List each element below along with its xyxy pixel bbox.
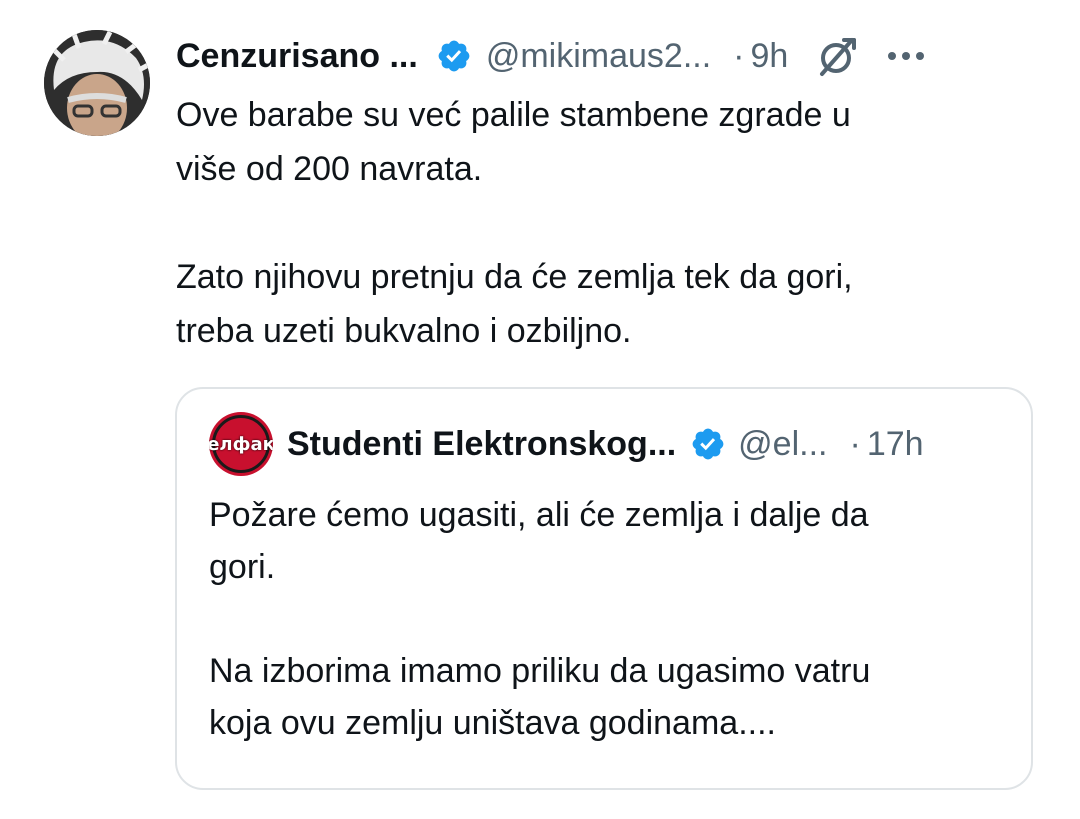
tweet-time[interactable]: 9h [751, 37, 789, 76]
quoted-tweet-card[interactable]: елфак Studenti Elektronskog... @el... · … [175, 387, 1033, 790]
quoted-tweet-time: 17h [866, 424, 924, 463]
verified-badge-icon [438, 40, 470, 72]
quoted-tweet-text: Požare ćemo ugasiti, ali će zemlja i dal… [209, 489, 1009, 749]
tweet-text-line: Ove barabe su već palile stambene zgrade… [176, 96, 851, 134]
tweet-text-line: treba uzeti bukvalno i ozbiljno. [176, 312, 632, 350]
author-avatar[interactable] [44, 30, 150, 136]
quoted-author-avatar: елфак [209, 412, 273, 476]
separator-dot: · [849, 424, 861, 463]
verified-badge-icon [692, 428, 724, 460]
tweet-header: Cenzurisano ... @mikimaus2... · 9h [176, 30, 1046, 82]
quoted-avatar-logo: елфак [209, 433, 273, 455]
separator-dot: · [733, 36, 745, 75]
author-handle[interactable]: @mikimaus2... [486, 37, 711, 76]
quoted-text-line: gori. [209, 548, 276, 586]
quoted-author-handle: @el... [738, 424, 828, 463]
quoted-text-line: Požare ćemo ugasiti, ali će zemlja i dal… [209, 496, 869, 534]
tweet-text-line: više od 200 navrata. [176, 150, 483, 188]
quoted-author-name: Studenti Elektronskog... [287, 424, 677, 463]
more-options-icon[interactable] [884, 46, 928, 66]
grok-icon[interactable] [814, 34, 858, 78]
tweet-text: Ove barabe su već palile stambene zgrade… [176, 88, 1036, 358]
quoted-text-line: koja ovu zemlju uništava godinama.... [209, 704, 776, 742]
author-name[interactable]: Cenzurisano ... [176, 37, 418, 76]
quoted-tweet-header: елфак Studenti Elektronskog... @el... · … [209, 412, 1009, 476]
quoted-text-line: Na izborima imamo priliku da ugasimo vat… [209, 652, 871, 690]
tweet-text-line: Zato njihovu pretnju da će zemlja tek da… [176, 258, 853, 296]
